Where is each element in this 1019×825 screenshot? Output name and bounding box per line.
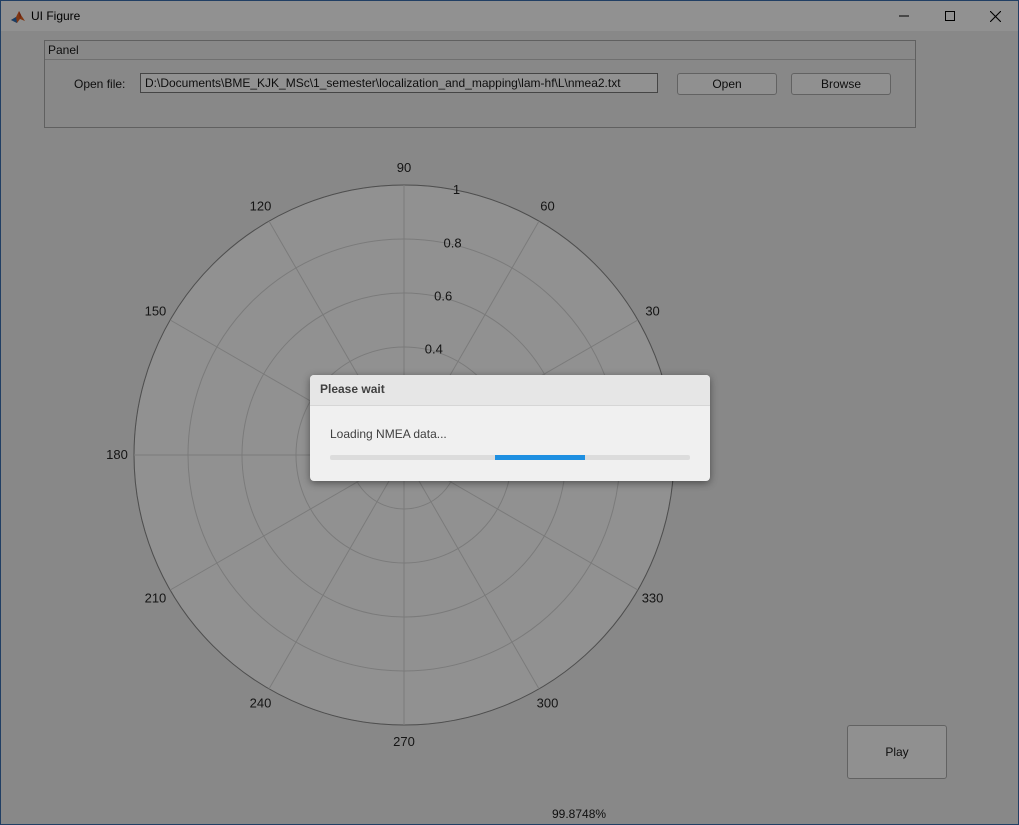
dialog-message: Loading NMEA data... <box>330 427 447 441</box>
dialog-header: Please wait <box>310 375 710 406</box>
progress-bar-indicator <box>495 455 585 460</box>
dialog-title: Please wait <box>320 382 385 396</box>
please-wait-dialog: Please wait Loading NMEA data... <box>310 375 710 481</box>
